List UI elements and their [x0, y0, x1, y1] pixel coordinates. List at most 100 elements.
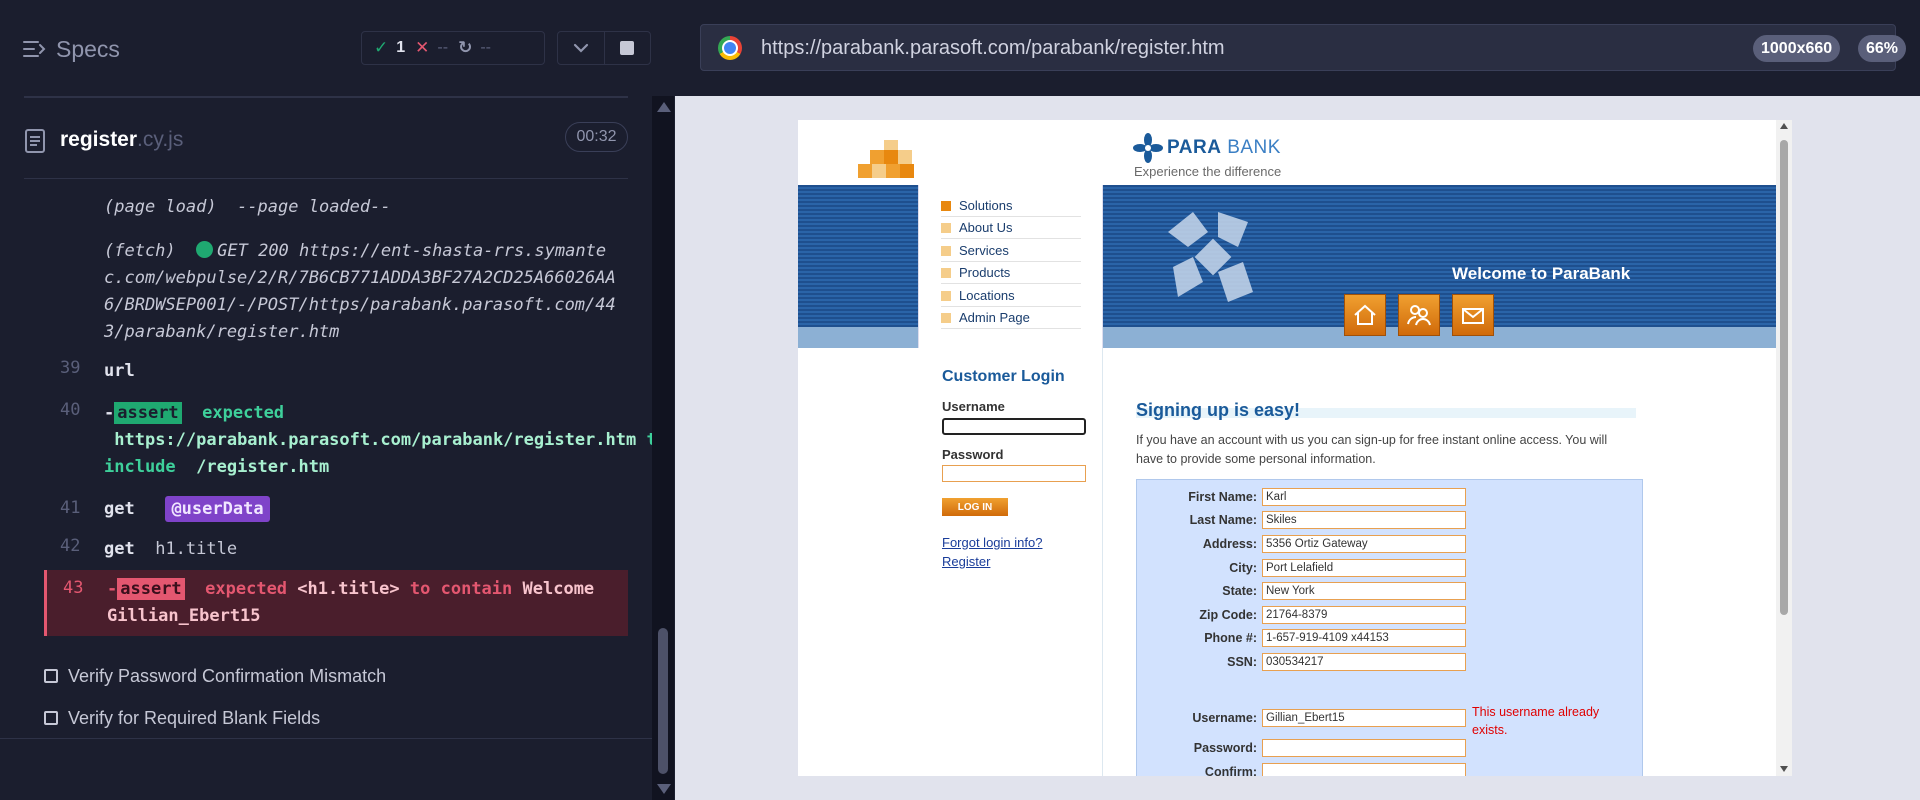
command-page-load[interactable]: (page load) --page loaded--	[44, 194, 628, 222]
ssn-input[interactable]: 030534217	[1262, 653, 1466, 671]
viewport-badge[interactable]: 1000x660	[1753, 35, 1841, 62]
spec-file-row[interactable]: register.cy.js 00:32	[0, 110, 640, 170]
people-icon	[1407, 305, 1431, 326]
bullet-icon	[941, 222, 951, 233]
contact-button[interactable]	[1452, 294, 1494, 336]
login-password-input[interactable]	[942, 465, 1086, 482]
command-39[interactable]: 39 url	[44, 358, 628, 386]
register-link[interactable]: Register	[942, 554, 990, 569]
bullet-icon	[941, 267, 951, 278]
scroll-down-icon[interactable]	[1780, 766, 1788, 772]
collapse-button[interactable]	[558, 32, 604, 64]
aut-iframe: PARA BANK Experience the difference Welc…	[798, 120, 1792, 776]
username-input[interactable]: Gillian_Ebert15	[1262, 709, 1466, 727]
first-name-input[interactable]: Karl	[1262, 488, 1466, 506]
confirm-input[interactable]	[1262, 763, 1466, 776]
zoom-badge[interactable]: 66%	[1858, 35, 1907, 62]
parabank-logo[interactable]: PARA BANK	[1133, 133, 1281, 163]
username-label: Username	[942, 399, 1005, 414]
login-button[interactable]: LOG IN	[942, 498, 1008, 516]
scrollbar-thumb[interactable]	[658, 628, 668, 774]
form-row-state: State: New York	[1137, 582, 1644, 602]
username-error: This username already exists.	[1472, 705, 1600, 737]
menu-label: Services	[959, 243, 1009, 258]
password-input[interactable]	[1262, 739, 1466, 757]
command-arg: h1.title	[155, 539, 238, 559]
menu-item-admin-page[interactable]: Admin Page	[941, 307, 1081, 329]
command-43-failed[interactable]: 43 - assert expected <h1.title> to contai…	[44, 570, 628, 636]
command-40[interactable]: 40 - assert expected https://parabank.par…	[44, 400, 667, 477]
run-controls	[557, 31, 651, 65]
x-icon: ✕	[415, 38, 430, 57]
menu-item-locations[interactable]: Locations	[941, 285, 1081, 307]
forgot-login-link[interactable]: Forgot login info?	[942, 535, 1042, 550]
home-icon	[1354, 304, 1376, 325]
last-name-input[interactable]: Skiles	[1262, 511, 1466, 529]
chevron-down-icon	[573, 43, 589, 53]
document-icon	[25, 129, 45, 153]
stop-icon	[620, 41, 635, 55]
spinner-icon: ↻	[458, 38, 473, 57]
customer-login-title: Customer Login	[942, 368, 1065, 385]
brand-bold: PARA	[1167, 137, 1222, 158]
scroll-up-icon[interactable]	[657, 102, 671, 112]
test-title: Verify Password Confirmation Mismatch	[68, 665, 387, 686]
assert-tag: assert	[114, 402, 182, 424]
list-icon	[23, 41, 46, 57]
address-input[interactable]: 5356 Ortiz Gateway	[1262, 535, 1466, 553]
phone-input[interactable]: 1-657-919-4109 x44153	[1262, 629, 1466, 647]
customer-login-panel: Customer Login Username Password LOG IN …	[918, 348, 1103, 776]
brand-light: BANK	[1221, 137, 1281, 158]
form-row-address: Address: 5356 Ortiz Gateway	[1137, 535, 1644, 555]
command-dash: -	[104, 403, 115, 423]
url-bar[interactable]: https://parabank.parasoft.com/parabank/r…	[700, 24, 1907, 71]
command-41[interactable]: 41 get @userData	[44, 496, 628, 526]
password-label: Password	[942, 447, 1004, 462]
menu-item-about-us[interactable]: About Us	[941, 217, 1081, 239]
test-stats: ✓ 1 ✕ -- ↻ --	[361, 31, 545, 65]
command-number: 43	[63, 578, 84, 598]
about-button[interactable]	[1398, 294, 1440, 336]
test-item[interactable]: Verify Password Confirmation Mismatch	[44, 663, 386, 689]
state-input[interactable]: New York	[1262, 582, 1466, 600]
menu-item-solutions[interactable]: Solutions	[941, 195, 1081, 217]
command-dash: -	[107, 579, 118, 599]
spec-duration: 00:32	[565, 122, 628, 152]
stop-button[interactable]	[603, 32, 650, 64]
aut-header: https://parabank.parasoft.com/parabank/r…	[675, 0, 1920, 96]
field-label: First Name:	[1188, 490, 1257, 504]
spec-filename: register.cy.js	[60, 128, 183, 152]
menu-item-services[interactable]: Services	[941, 240, 1081, 262]
field-label: Zip Code:	[1199, 608, 1257, 622]
reporter-panel: Specs ✓ 1 ✕ -- ↻ -- register.cy.js 00:32…	[0, 0, 675, 800]
failed-count: --	[437, 39, 449, 56]
menu-label: Admin Page	[959, 310, 1030, 325]
test-item[interactable]: Verify for Required Blank Fields	[44, 705, 320, 731]
alias-badge: @userData	[165, 496, 270, 522]
pending-count: --	[480, 39, 491, 56]
menu-item-products[interactable]: Products	[941, 262, 1081, 284]
login-username-input[interactable]	[942, 418, 1086, 435]
status-dot-icon	[196, 241, 214, 258]
spec-ext: .cy.js	[137, 128, 184, 151]
form-row-password: Password:	[1137, 739, 1644, 759]
command-name: get	[104, 499, 135, 519]
parabank-emblem-icon	[1168, 212, 1253, 302]
aut-scrollbar[interactable]	[1776, 120, 1792, 776]
assert-word: expected	[202, 403, 285, 423]
parabank-flower-icon	[1133, 133, 1163, 163]
zip-code-input[interactable]: 21764-8379	[1262, 606, 1466, 624]
scroll-down-icon[interactable]	[657, 784, 671, 794]
bullet-icon	[941, 245, 951, 256]
field-label: Last Name:	[1189, 513, 1257, 527]
header-divider	[24, 96, 628, 98]
command-fetch[interactable]: (fetch) GET 200 https://ent-shasta-rrs.s…	[44, 238, 628, 346]
scroll-up-icon[interactable]	[1780, 123, 1788, 129]
home-button[interactable]	[1344, 294, 1386, 336]
command-42[interactable]: 42 get h1.title	[44, 536, 628, 564]
city-input[interactable]: Port Lelafield	[1262, 559, 1466, 577]
command-name: url	[104, 361, 135, 381]
field-label: City:	[1229, 561, 1257, 575]
scrollbar-thumb[interactable]	[1780, 140, 1788, 615]
specs-toggle-button[interactable]: Specs	[22, 34, 120, 64]
